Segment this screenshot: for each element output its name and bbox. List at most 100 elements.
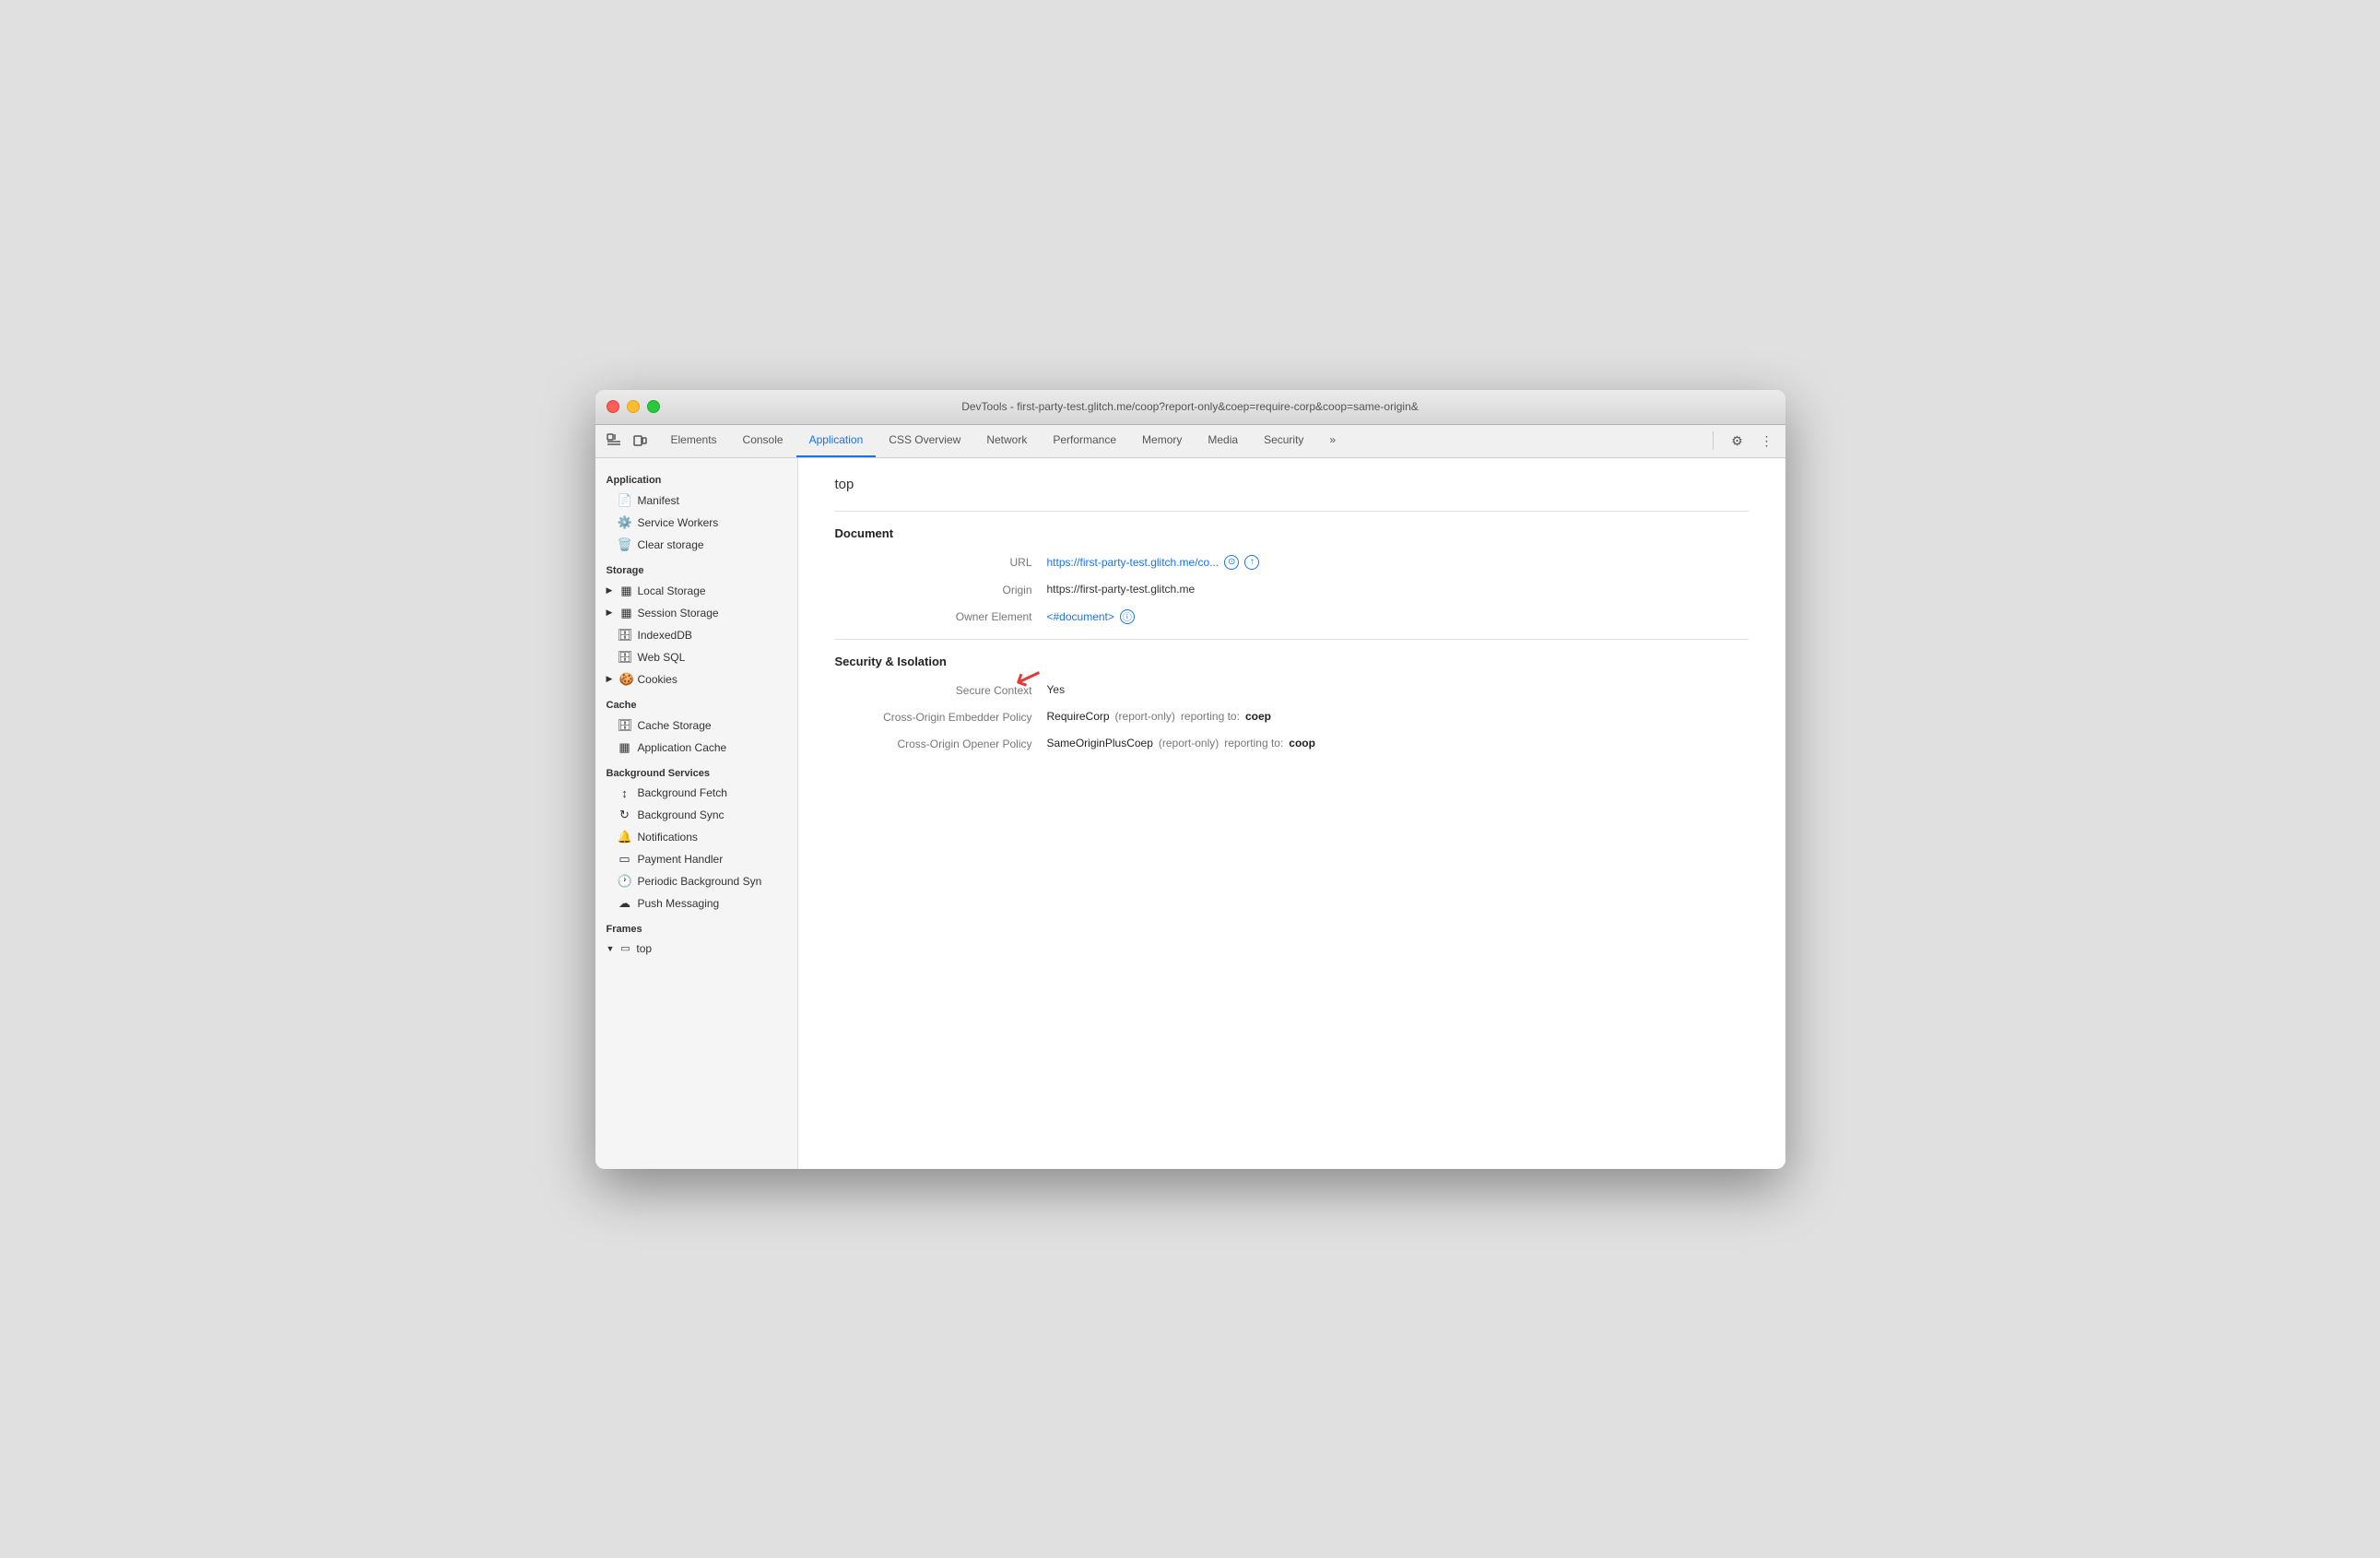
field-label-secure-context: Secure Context: [835, 683, 1047, 697]
field-origin: Origin https://first-party-test.glitch.m…: [835, 583, 1749, 596]
device-icon[interactable]: [629, 430, 651, 452]
expand-arrow-local-storage: ▶: [607, 585, 616, 596]
field-label-url: URL: [835, 555, 1047, 569]
secure-context-value: Yes: [1047, 683, 1066, 696]
sidebar-item-manifest[interactable]: 📄 Manifest: [595, 490, 797, 512]
main-area: Application 📄 Manifest ⚙️ Service Worker…: [595, 458, 1785, 1169]
close-button[interactable]: [607, 400, 619, 413]
sidebar-item-cache-storage[interactable]: 🗄 Cache Storage: [595, 714, 797, 737]
content-inner: top Document URL https://first-party-tes…: [798, 458, 1785, 782]
field-value-secure-context: Yes ↙: [1047, 683, 1071, 696]
sidebar-section-storage: Storage: [595, 556, 797, 580]
sidebar-item-local-storage[interactable]: ▶ ▦ Local Storage: [595, 580, 797, 602]
background-sync-icon: ↻: [618, 808, 632, 822]
origin-value: https://first-party-test.glitch.me: [1047, 583, 1196, 596]
field-secure-context: Secure Context Yes ↙: [835, 683, 1749, 697]
sidebar-item-indexeddb-label: IndexedDB: [638, 629, 692, 642]
url-circle-icon-2[interactable]: ↑: [1244, 555, 1259, 570]
coep-reporting-to-label: reporting to:: [1181, 710, 1240, 723]
tab-more[interactable]: »: [1316, 425, 1349, 457]
traffic-lights: [607, 400, 660, 413]
field-value-coop: SameOriginPlusCoep (report-only) reporti…: [1047, 737, 1315, 749]
sidebar-item-background-fetch[interactable]: ↕ Background Fetch: [595, 783, 797, 804]
tab-memory[interactable]: Memory: [1129, 425, 1195, 457]
sidebar-section-background-services: Background Services: [595, 759, 797, 783]
sidebar-item-application-cache-label: Application Cache: [638, 741, 727, 754]
clear-storage-icon: 🗑️: [618, 537, 632, 552]
sidebar-item-push-messaging-label: Push Messaging: [638, 897, 720, 910]
notifications-icon: 🔔: [618, 830, 632, 844]
tab-elements[interactable]: Elements: [658, 425, 730, 457]
sidebar-item-manifest-label: Manifest: [638, 494, 679, 507]
field-value-origin: https://first-party-test.glitch.me: [1047, 583, 1196, 596]
sidebar-item-push-messaging[interactable]: ☁ Push Messaging: [595, 892, 797, 915]
sidebar-item-web-sql[interactable]: 🗄 Web SQL: [595, 646, 797, 668]
divider-1: [835, 511, 1749, 512]
owner-element-link[interactable]: <#document>: [1047, 610, 1114, 623]
field-value-owner-element: <#document> ⓘ: [1047, 609, 1135, 624]
tab-bar: Elements Console Application CSS Overvie…: [595, 425, 1785, 458]
maximize-button[interactable]: [647, 400, 660, 413]
content-area: top Document URL https://first-party-tes…: [798, 458, 1785, 1169]
more-options-icon[interactable]: ⋮: [1756, 430, 1778, 452]
tab-console[interactable]: Console: [730, 425, 796, 457]
periodic-background-sync-icon: 🕐: [618, 874, 632, 889]
field-owner-element: Owner Element <#document> ⓘ: [835, 609, 1749, 624]
tab-application[interactable]: Application: [796, 425, 877, 457]
session-storage-icon: ▦: [619, 606, 634, 620]
sidebar-item-cache-storage-label: Cache Storage: [638, 719, 712, 732]
coep-report-only: (report-only): [1115, 710, 1175, 723]
coop-policy-value: SameOriginPlusCoep: [1047, 737, 1153, 749]
sidebar-item-payment-handler[interactable]: ▭ Payment Handler: [595, 848, 797, 870]
indexeddb-icon: 🗄: [618, 628, 632, 643]
sidebar-section-frames: Frames: [595, 915, 797, 938]
coop-reporting-value: coop: [1289, 737, 1315, 749]
web-sql-icon: 🗄: [618, 650, 632, 665]
sidebar-section-application: Application: [595, 466, 797, 490]
coep-policy-value: RequireCorp: [1047, 710, 1110, 723]
sidebar-item-cookies[interactable]: ▶ 🍪 Cookies: [595, 668, 797, 690]
sidebar-item-periodic-background-sync[interactable]: 🕐 Periodic Background Syn: [595, 870, 797, 892]
divider: [1713, 431, 1714, 450]
tab-performance[interactable]: Performance: [1040, 425, 1129, 457]
sidebar-item-service-workers[interactable]: ⚙️ Service Workers: [595, 512, 797, 534]
sidebar-item-payment-handler-label: Payment Handler: [638, 853, 724, 866]
sidebar-item-session-storage[interactable]: ▶ ▦ Session Storage: [595, 602, 797, 624]
application-cache-icon: ▦: [618, 740, 632, 755]
sidebar-item-application-cache[interactable]: ▦ Application Cache: [595, 737, 797, 759]
minimize-button[interactable]: [627, 400, 640, 413]
url-circle-icon-1[interactable]: ⊙: [1224, 555, 1239, 570]
tab-media[interactable]: Media: [1195, 425, 1251, 457]
field-label-origin: Origin: [835, 583, 1047, 596]
sidebar-item-web-sql-label: Web SQL: [638, 651, 686, 664]
settings-icon[interactable]: ⚙: [1726, 430, 1749, 452]
owner-element-circle-icon[interactable]: ⓘ: [1120, 609, 1135, 624]
divider-2: [835, 639, 1749, 640]
sidebar-item-notifications-label: Notifications: [638, 831, 698, 844]
sidebar-item-periodic-background-sync-label: Periodic Background Syn: [638, 875, 762, 888]
field-value-url: https://first-party-test.glitch.me/co...…: [1047, 555, 1260, 570]
sidebar-item-session-storage-label: Session Storage: [638, 607, 719, 620]
tab-css-overview[interactable]: CSS Overview: [876, 425, 973, 457]
frames-top-icon: ▭: [618, 942, 632, 954]
service-workers-icon: ⚙️: [618, 515, 632, 530]
tab-security[interactable]: Security: [1251, 425, 1316, 457]
url-link[interactable]: https://first-party-test.glitch.me/co...: [1047, 556, 1219, 569]
window-title: DevTools - first-party-test.glitch.me/co…: [961, 400, 1419, 413]
sidebar-item-service-workers-label: Service Workers: [638, 516, 719, 529]
sidebar-item-frames-top[interactable]: ▼ ▭ top: [595, 938, 797, 959]
field-coep: Cross-Origin Embedder Policy RequireCorp…: [835, 710, 1749, 724]
sidebar-item-notifications[interactable]: 🔔 Notifications: [595, 826, 797, 848]
sidebar-item-clear-storage-label: Clear storage: [638, 538, 704, 551]
tab-right-controls: ⚙ ⋮: [1707, 430, 1778, 452]
sidebar-item-background-sync[interactable]: ↻ Background Sync: [595, 804, 797, 826]
sidebar-item-clear-storage[interactable]: 🗑️ Clear storage: [595, 534, 797, 556]
tab-network[interactable]: Network: [973, 425, 1040, 457]
push-messaging-icon: ☁: [618, 896, 632, 911]
inspector-icon[interactable]: [603, 430, 625, 452]
field-label-owner-element: Owner Element: [835, 609, 1047, 623]
coop-report-only: (report-only): [1159, 737, 1219, 749]
expand-arrow-cookies: ▶: [607, 674, 616, 684]
sidebar-item-background-fetch-label: Background Fetch: [638, 786, 727, 799]
sidebar-item-indexeddb[interactable]: 🗄 IndexedDB: [595, 624, 797, 646]
